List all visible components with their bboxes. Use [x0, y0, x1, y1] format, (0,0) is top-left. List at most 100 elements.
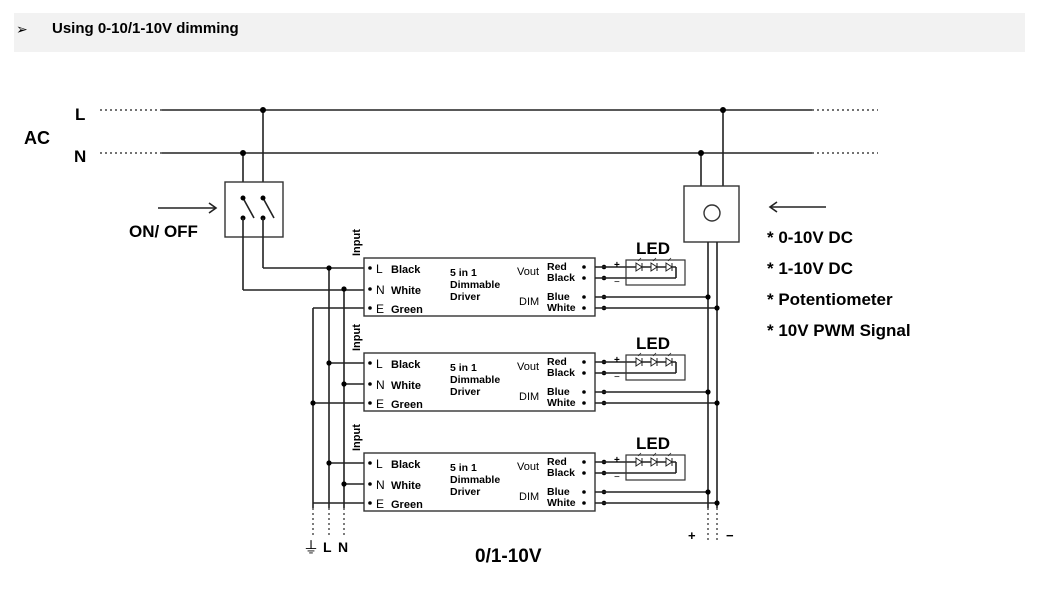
led-plus-label: +	[614, 260, 620, 271]
junction-node	[714, 400, 720, 406]
pin-dot	[582, 490, 586, 494]
dimmer-option: * 0-10V DC	[767, 228, 853, 247]
earth-symbol-icon: ⏚	[303, 539, 319, 557]
led-plus-label: +	[614, 355, 620, 366]
junction-node	[341, 381, 347, 387]
switch-arrow-icon	[158, 202, 218, 214]
output-wire-color-label: Black	[547, 467, 575, 479]
line-l-label: L	[75, 105, 85, 124]
on-off-switch	[224, 107, 284, 290]
pin-label: N	[376, 378, 385, 392]
bottom-n-label: N	[338, 539, 348, 555]
junction-node	[698, 150, 704, 156]
junction-node	[714, 305, 720, 311]
dimmer-option: * 1-10V DC	[767, 259, 853, 278]
vout-label: Vout	[517, 266, 539, 278]
pin-dot	[368, 461, 372, 465]
driver-name-line: Driver	[450, 291, 480, 303]
dimmer-option: * Potentiometer	[767, 290, 893, 309]
wire-color-label: Green	[391, 499, 423, 511]
junction-node	[310, 400, 316, 406]
input-label: Input	[351, 424, 363, 451]
ac-lines	[100, 109, 878, 154]
junction-node	[341, 481, 347, 487]
pin-label: E	[376, 497, 384, 511]
wire-color-label: Black	[391, 459, 421, 471]
output-wire-color-label: White	[547, 497, 576, 509]
dimmer-knob-icon	[703, 204, 721, 222]
pin-dot	[582, 276, 586, 280]
wire-color-label: Green	[391, 399, 423, 411]
wire-color-label: White	[391, 285, 421, 297]
junction-node	[260, 107, 266, 113]
pin-dot	[368, 306, 372, 310]
led-minus-label: −	[614, 472, 620, 483]
pin-label: L	[376, 457, 383, 471]
wire-color-label: Black	[391, 264, 421, 276]
driver-unit: Input L Black N White E Green 5 in 1DimmableDri…	[326, 229, 720, 317]
driver-name-line: Driver	[450, 486, 480, 498]
dc-minus-label: −	[726, 528, 734, 543]
led-minus-label: −	[614, 372, 620, 383]
pin-dot	[582, 371, 586, 375]
dimmer-arrow-icon	[768, 201, 826, 213]
junction-node	[326, 360, 332, 366]
pin-label: E	[376, 302, 384, 316]
pin-label: E	[376, 397, 384, 411]
output-wire-color-label: Black	[547, 367, 575, 379]
pin-dot	[582, 306, 586, 310]
pin-label: L	[376, 262, 383, 276]
pin-label: N	[376, 283, 385, 297]
vout-label: Vout	[517, 361, 539, 373]
led-minus-label: −	[614, 277, 620, 288]
pin-dot	[582, 460, 586, 464]
junction-node	[705, 389, 711, 395]
junction-node	[326, 265, 332, 271]
led-plus-label: +	[614, 455, 620, 466]
input-label: Input	[351, 229, 363, 256]
led-label: LED	[636, 239, 670, 258]
dim-label: DIM	[519, 391, 539, 403]
junction-node	[326, 460, 332, 466]
pin-dot	[368, 382, 372, 386]
output-wire-color-label: Black	[547, 272, 575, 284]
junction-node	[705, 489, 711, 495]
driver-name-line: Dimmable	[450, 374, 500, 386]
pin-dot	[368, 401, 372, 405]
junction-node	[720, 107, 726, 113]
pin-dot	[582, 401, 586, 405]
wire-color-label: White	[391, 480, 421, 492]
pin-dot	[582, 471, 586, 475]
driver-name-line: Dimmable	[450, 474, 500, 486]
dc-plus-label: +	[688, 528, 696, 543]
driver-unit: Input L Black N White E Green 5 in 1DimmableDri…	[313, 424, 720, 512]
switch-label: ON/ OFF	[129, 222, 198, 241]
wire-color-label: Green	[391, 304, 423, 316]
output-wire-color-label: White	[547, 302, 576, 314]
pin-dot	[368, 266, 372, 270]
pin-dot	[582, 360, 586, 364]
pin-label: L	[376, 357, 383, 371]
wire-color-label: Black	[391, 359, 421, 371]
ac-label: AC	[24, 128, 50, 148]
drivers-group: InputL BlackN WhiteE Green5 in 1DimmableDri…	[310, 229, 720, 512]
junction-node	[341, 286, 347, 292]
wire-color-label: White	[391, 380, 421, 392]
dim-label: DIM	[519, 296, 539, 308]
pin-dot	[368, 361, 372, 365]
pin-dot	[582, 265, 586, 269]
driver-name-line: Dimmable	[450, 279, 500, 291]
driver-name-line: 5 in 1	[450, 362, 477, 374]
driver-name-line: 5 in 1	[450, 267, 477, 279]
led-label: LED	[636, 334, 670, 353]
pin-dot	[368, 501, 372, 505]
junction-node	[714, 500, 720, 506]
diagram-caption: 0/1-10V	[475, 546, 542, 567]
dim-label: DIM	[519, 491, 539, 503]
dimmer-unit	[683, 107, 740, 540]
pin-label: N	[376, 478, 385, 492]
switch-box	[224, 181, 284, 238]
led-label: LED	[636, 434, 670, 453]
driver-unit: Input L Black N White E Green 5 in 1DimmableDri…	[310, 324, 720, 412]
output-wire-color-label: White	[547, 397, 576, 409]
